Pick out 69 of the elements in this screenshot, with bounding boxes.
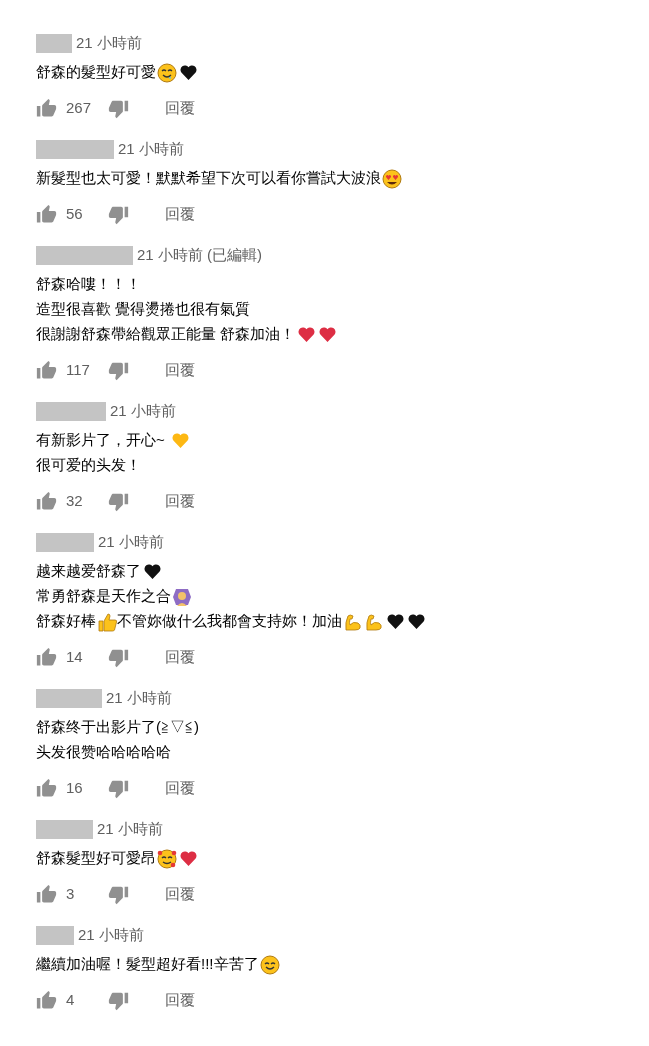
comment-text: 越来越爱舒森了 — [36, 561, 141, 582]
heart-eyes-face-icon — [382, 168, 402, 189]
comment-time: 21 小時前 — [118, 138, 184, 159]
redaction-block — [36, 925, 74, 945]
reply-button[interactable]: 回覆 — [165, 776, 195, 800]
smiling-face-icon — [259, 954, 280, 975]
like-count: 3 — [66, 883, 76, 904]
reply-button[interactable]: 回覆 — [165, 988, 195, 1012]
comment-text: 繼續加油喔！髮型超好看!!!辛苦了 — [36, 954, 259, 975]
thumbs-up-icon — [97, 611, 117, 632]
comment-text: 很可爱的头发！ — [36, 455, 141, 476]
like-count: 16 — [66, 777, 84, 798]
heart-icon — [170, 431, 190, 450]
comment-time: 21 小時前 — [78, 924, 144, 945]
heart-icon — [179, 849, 198, 868]
heart-icon — [386, 612, 405, 631]
comment-text: 舒森哈嘍！！！ — [36, 274, 141, 295]
comment-text: 舒森的髮型好可愛 — [36, 62, 156, 83]
comment-time: 21 小時前 (已編輯) — [137, 244, 262, 265]
comment-text: 舒森髮型好可愛昂 — [36, 848, 156, 869]
redaction-block — [36, 819, 93, 839]
smiling-face-hearts-icon — [157, 848, 177, 869]
like-icon — [36, 989, 57, 1011]
comment-time: 21 小時前 — [76, 32, 142, 53]
comment-time: 21 小時前 — [110, 400, 176, 421]
comment-text: 不管妳做什么我都會支持妳！加油 — [117, 611, 342, 632]
comment-text: 常勇舒森是天作之合 — [36, 586, 171, 607]
flexed-arm-icon — [364, 611, 384, 632]
comment-text: 新髮型也太可愛！默默希望下次可以看你嘗試大波浪 — [36, 168, 381, 189]
redaction-block — [36, 401, 106, 421]
like-count: 117 — [66, 359, 91, 380]
comment-time: 21 小時前 — [106, 687, 172, 708]
reply-button[interactable]: 回覆 — [165, 489, 195, 513]
like-icon — [36, 97, 57, 119]
comment-time: 21 小時前 — [98, 531, 164, 552]
comment-text: 有新影片了，开心~ — [36, 430, 166, 451]
comment-text: 舒森好棒 — [36, 611, 96, 632]
like-icon — [36, 646, 57, 668]
reply-button[interactable]: 回覆 — [165, 882, 195, 906]
reply-button[interactable]: 回覆 — [165, 96, 195, 120]
heart-icon — [143, 562, 162, 581]
flexed-arm-icon — [343, 611, 363, 632]
reply-button[interactable]: 回覆 — [165, 645, 195, 669]
reply-button[interactable]: 回覆 — [165, 358, 195, 382]
like-count: 14 — [66, 646, 84, 667]
comment-time: 21 小時前 — [97, 818, 163, 839]
like-icon — [36, 777, 57, 799]
like-icon — [36, 490, 57, 512]
heart-icon — [297, 325, 317, 344]
like-icon — [36, 203, 57, 225]
heart-icon — [407, 612, 426, 631]
redaction-block — [36, 33, 72, 53]
comment-text: 造型很喜歡 覺得燙捲也很有氣質 — [36, 299, 251, 320]
redaction-block — [36, 532, 94, 552]
heart-icon — [179, 63, 198, 82]
person-gesture-icon — [172, 586, 192, 607]
redaction-block — [36, 688, 102, 708]
like-icon — [36, 883, 57, 905]
like-count: 56 — [66, 203, 84, 224]
reply-button[interactable]: 回覆 — [165, 202, 195, 226]
comment-text: 头发很赞哈哈哈哈哈 — [36, 742, 171, 763]
like-icon — [36, 359, 57, 381]
heart-icon — [318, 325, 338, 344]
comment-text: 舒森终于出影片了(≧▽≦) — [36, 717, 199, 738]
like-count: 32 — [66, 490, 84, 511]
comment-text: 很謝謝舒森帶給觀眾正能量 舒森加油！ — [36, 324, 296, 345]
like-count: 4 — [66, 989, 76, 1010]
like-count: 267 — [66, 97, 93, 118]
drooling-face-icon — [157, 62, 177, 83]
